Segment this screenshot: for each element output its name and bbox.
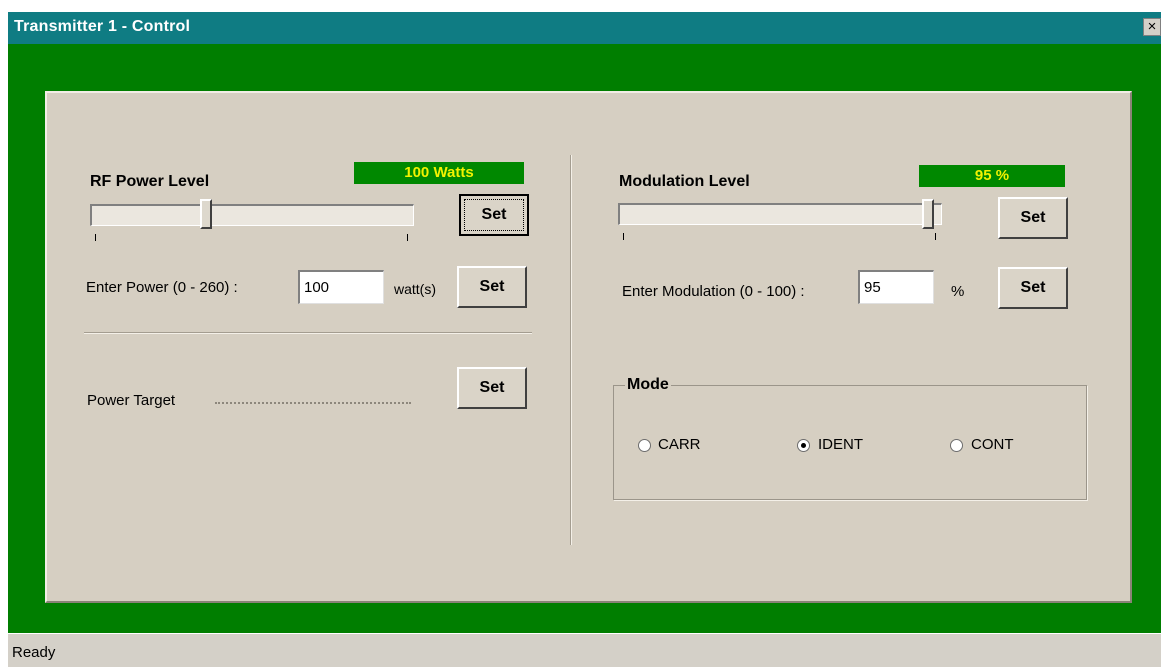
- rf-slider-set-button[interactable]: Set: [459, 194, 529, 236]
- close-icon[interactable]: ×: [1143, 18, 1161, 36]
- rf-power-slider-thumb[interactable]: [200, 199, 212, 229]
- power-input[interactable]: [298, 270, 384, 304]
- modulation-slider-track[interactable]: [618, 203, 942, 225]
- modulation-slider-thumb[interactable]: [922, 199, 934, 229]
- mode-cont-radio[interactable]: [950, 439, 963, 452]
- transmitter-control-window: Transmitter 1 - Control × RF Power Level…: [8, 12, 1161, 667]
- power-set-button[interactable]: Set: [457, 266, 527, 308]
- rf-power-slider-track[interactable]: [90, 204, 414, 226]
- modulation-slider-set-button[interactable]: Set: [998, 197, 1068, 239]
- rf-section-divider: [84, 332, 532, 334]
- control-panel: RF Power Level 100 Watts Set Enter Power…: [45, 91, 1132, 603]
- control-frame: RF Power Level 100 Watts Set Enter Power…: [8, 44, 1161, 633]
- mode-cont-label[interactable]: CONT: [971, 436, 1014, 453]
- rf-power-heading: RF Power Level: [90, 173, 210, 190]
- modulation-readout: 95 %: [919, 165, 1065, 187]
- mod-slider-tick-max: [935, 233, 936, 240]
- power-target-indicator: [215, 402, 411, 404]
- modulation-input[interactable]: [858, 270, 934, 304]
- rf-slider-tick-min: [95, 234, 96, 241]
- enter-power-label: Enter Power (0 - 260) :: [86, 279, 238, 296]
- modulation-set-button[interactable]: Set: [998, 267, 1068, 309]
- mode-ident-radio[interactable]: [797, 439, 810, 452]
- mod-slider-tick-min: [623, 233, 624, 240]
- power-unit-label: watt(s): [394, 281, 436, 297]
- modulation-heading: Modulation Level: [619, 173, 750, 190]
- rf-slider-tick-max: [407, 234, 408, 241]
- section-divider: [570, 155, 572, 545]
- rf-power-readout: 100 Watts: [354, 162, 524, 184]
- enter-modulation-label: Enter Modulation (0 - 100) :: [622, 283, 805, 300]
- modulation-unit-label: %: [951, 283, 965, 300]
- mode-group-legend: Mode: [625, 376, 671, 394]
- power-target-set-button[interactable]: Set: [457, 367, 527, 409]
- title-bar[interactable]: Transmitter 1 - Control ×: [8, 12, 1161, 44]
- power-target-label: Power Target: [87, 392, 176, 409]
- mode-ident-label[interactable]: IDENT: [818, 436, 863, 453]
- status-text: Ready: [12, 644, 56, 661]
- window-title: Transmitter 1 - Control: [14, 18, 191, 35]
- status-bar: Ready: [8, 633, 1161, 667]
- mode-carr-label[interactable]: CARR: [658, 436, 701, 453]
- mode-carr-radio[interactable]: [638, 439, 651, 452]
